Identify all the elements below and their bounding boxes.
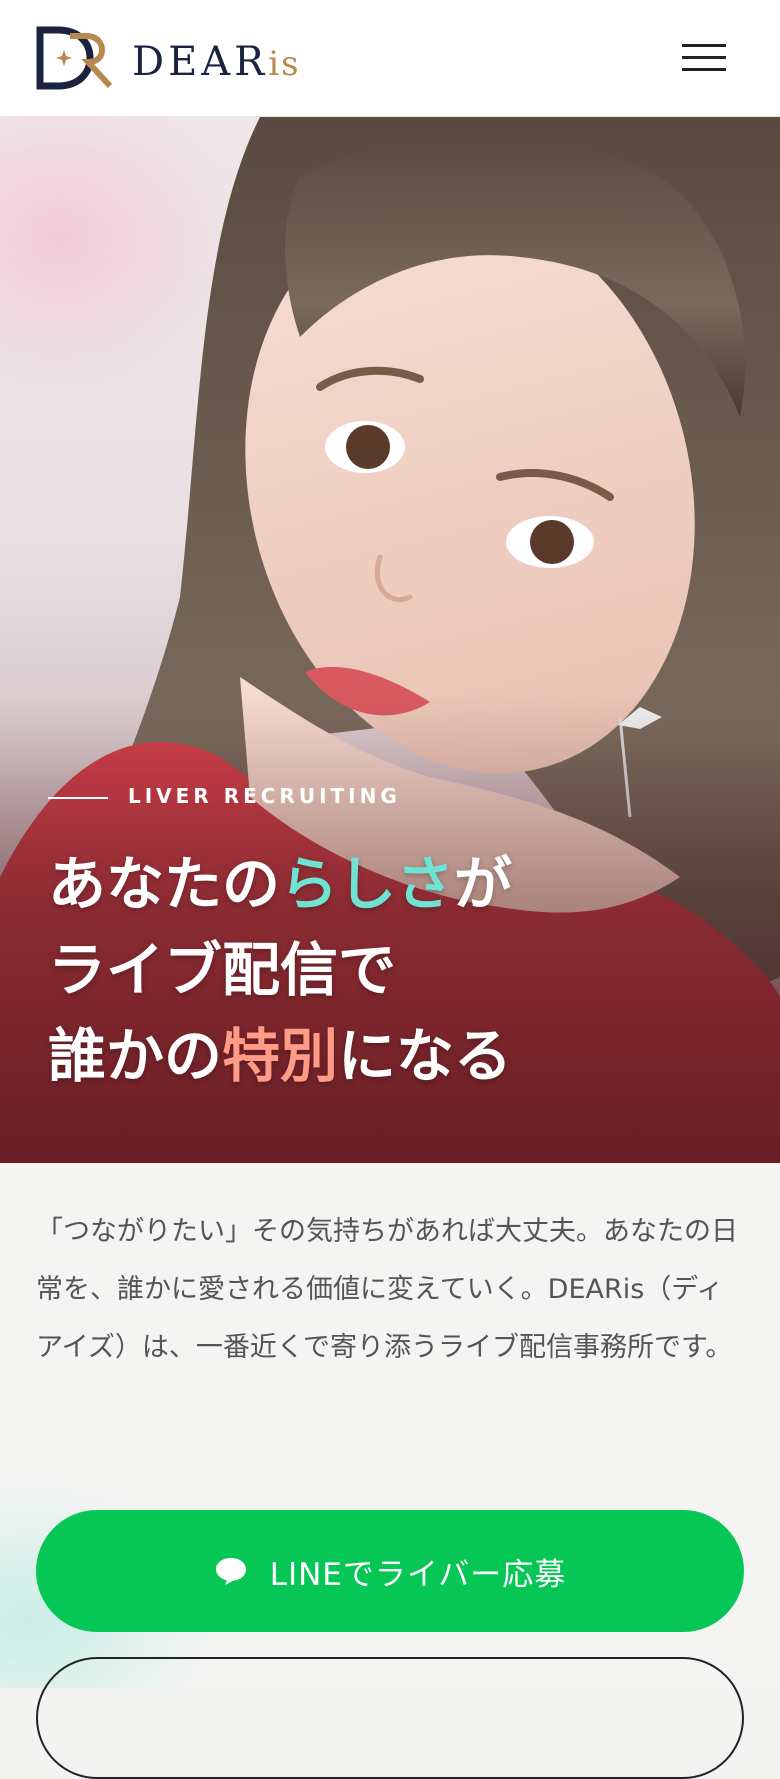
logo-text-main: DEAR [132,39,269,85]
menu-button[interactable] [676,38,732,78]
logo-text: DEARis [132,39,301,85]
headline-text: が [454,850,513,918]
line-apply-label: LINEでライバー応募 [269,1556,567,1593]
headline-highlight-teal: らしさ [280,850,455,918]
headline-text: 誰かの [48,1022,223,1090]
headline-text: になる [338,1022,513,1090]
intro-text: 「つながりたい」その気持ちがあれば大丈夫。あなたの日常を、誰かに愛される価値に変… [36,1216,738,1363]
headline-highlight-coral: 特別 [222,1022,339,1090]
eyebrow-text: LIVER RECRUITING [128,784,401,808]
line-apply-button[interactable]: LINEでライバー応募 [36,1510,744,1632]
hero-eyebrow: LIVER RECRUITING [48,782,401,810]
site-header: DEARis [0,0,780,117]
headline-line-3: 誰かの特別になる [48,1013,748,1099]
chat-bubble-icon [215,1558,246,1585]
eyebrow-line [48,796,108,799]
headline-line-2: ライブ配信で [48,936,397,1004]
logo-mark-icon [36,26,113,90]
logo-text-suffix: is [268,44,301,84]
intro-section: 「つながりたい」その気持ちがあれば大丈夫。あなたの日常を、誰かに愛される価値に変… [0,1163,780,1779]
headline-line-1: あなたのらしさが [48,841,748,927]
hero-section: LIVER RECRUITING あなたのらしさが ライブ配信で 誰かの特別にな… [0,117,780,1163]
secondary-button[interactable] [36,1657,744,1779]
headline-text: あなたの [48,850,281,918]
hero-headline: あなたのらしさが ライブ配信で 誰かの特別になる [48,841,748,1099]
logo[interactable]: DEARis [36,26,316,90]
